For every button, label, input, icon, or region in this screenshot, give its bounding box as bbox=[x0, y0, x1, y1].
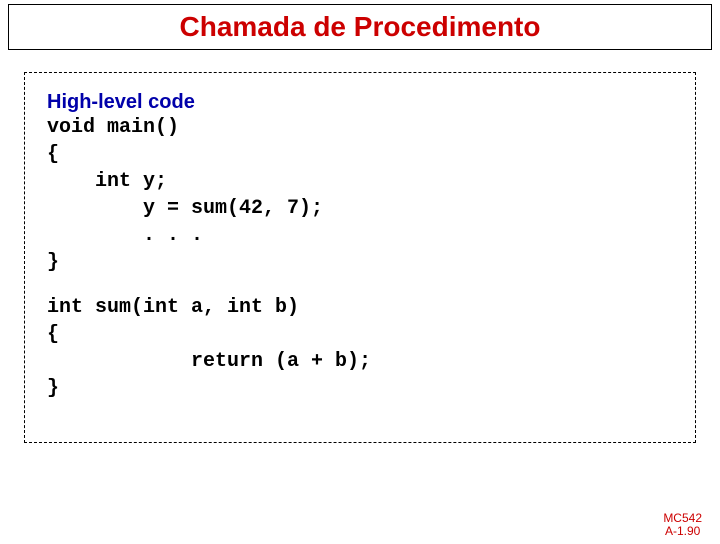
footer: MC542 A-1.90 bbox=[663, 512, 702, 538]
spacer bbox=[47, 276, 673, 294]
footer-page: A-1.90 bbox=[663, 525, 702, 538]
code-sum: int sum(int a, int b) { return (a + b); … bbox=[47, 294, 673, 402]
section-label: High-level code bbox=[47, 91, 673, 114]
slide-title: Chamada de Procedimento bbox=[180, 11, 541, 42]
code-main: void main() { int y; y = sum(42, 7); . .… bbox=[47, 114, 673, 276]
content-box: High-level code void main() { int y; y =… bbox=[24, 72, 696, 443]
footer-course: MC542 bbox=[663, 512, 702, 525]
title-box: Chamada de Procedimento bbox=[8, 4, 712, 50]
